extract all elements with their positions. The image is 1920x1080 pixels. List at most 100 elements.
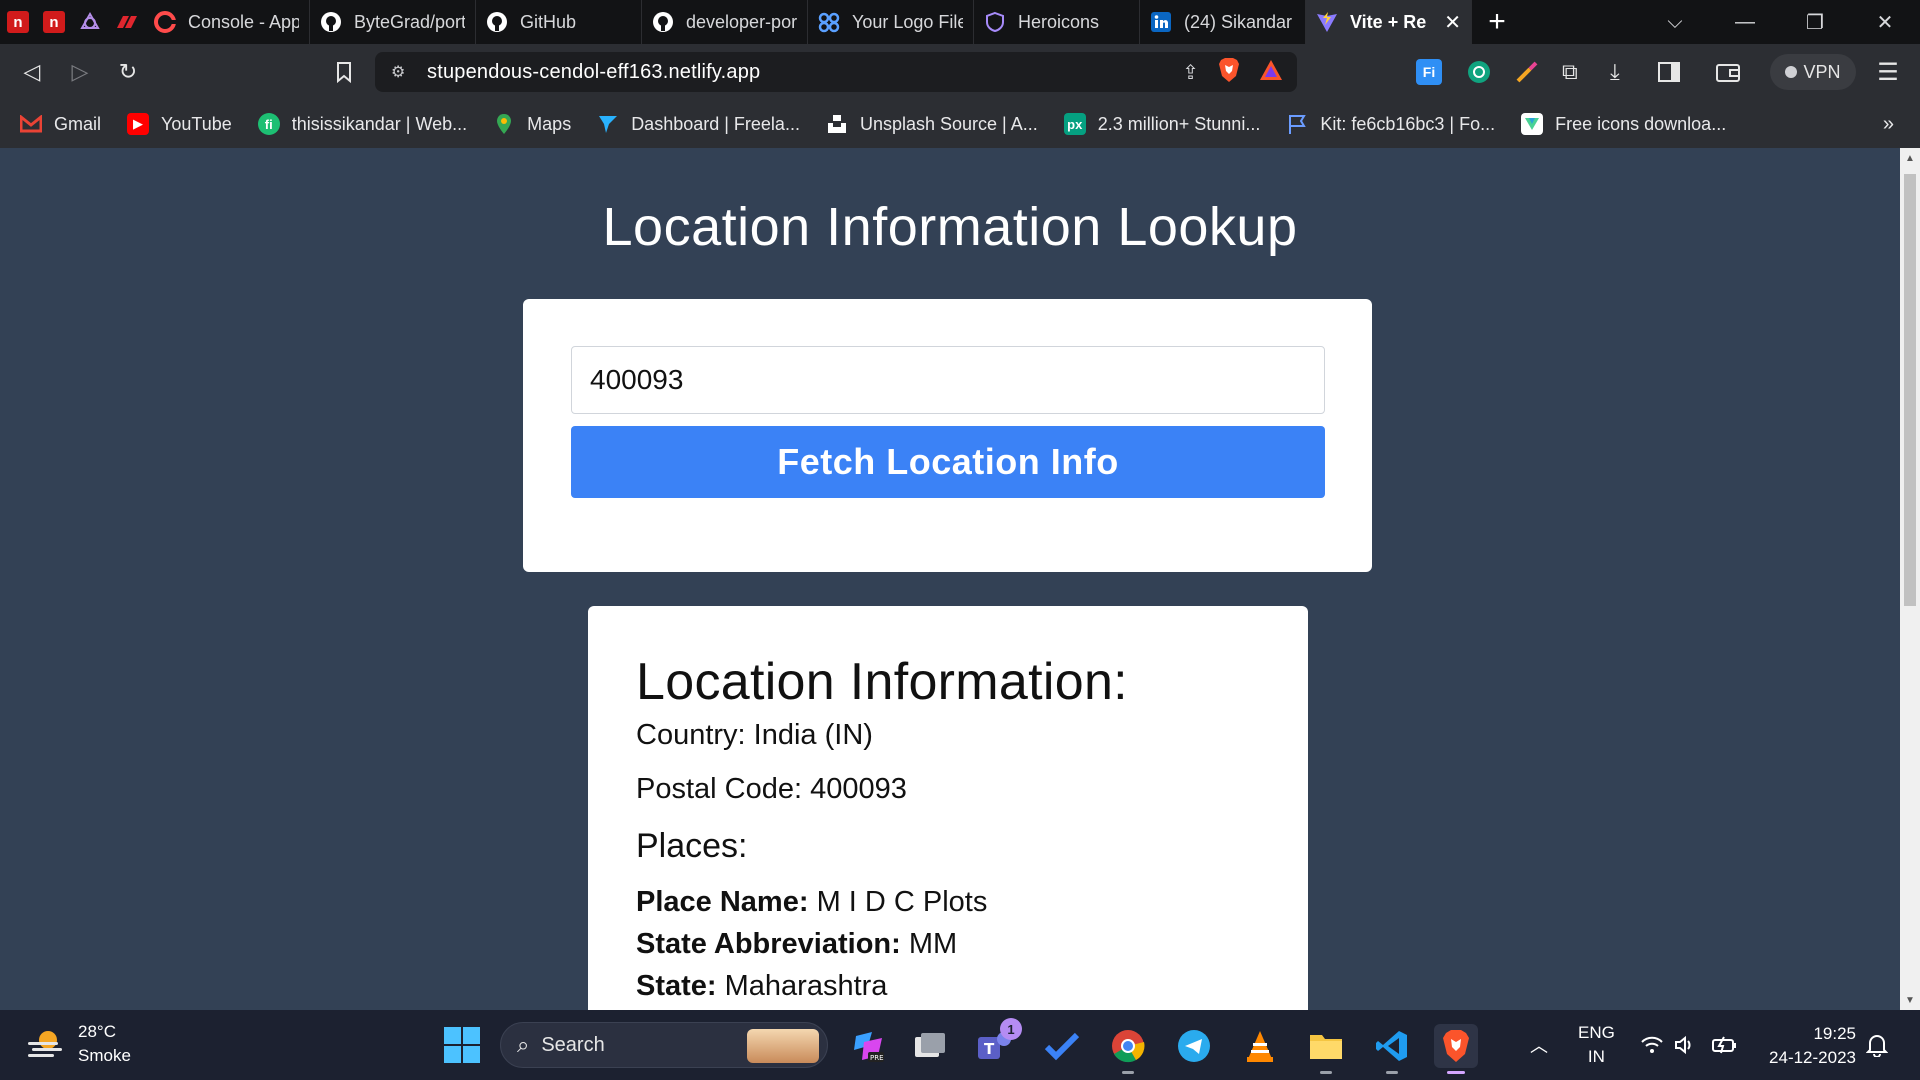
teams-icon[interactable]: T 1 [972,1018,1022,1068]
url-text[interactable]: stupendous-cendol-eff163.netlify.app [427,61,760,84]
tab-label: ByteGrad/port [354,11,465,32]
search-highlight-image-icon [747,1029,819,1063]
reload-button[interactable]: ↻ [104,48,152,96]
bookmark-freelancer[interactable]: Dashboard | Freela... [597,113,800,135]
tab-logo-file[interactable]: Your Logo File [808,0,974,44]
red-slash-logo-icon [117,16,137,28]
notifications-bell-icon[interactable] [1866,1010,1888,1080]
running-indicator [1320,1071,1332,1074]
maps-pin-icon [493,113,515,135]
chrome-icon[interactable] [1106,1024,1150,1074]
region-code: IN [1587,1047,1605,1066]
location-info-card: Location Information: Country: India (IN… [588,606,1308,1010]
wallet-icon[interactable] [1716,44,1740,100]
places-heading: Places: [636,827,748,866]
main-menu-icon[interactable]: ☰ [1870,54,1906,90]
fetch-location-button[interactable]: Fetch Location Info [571,426,1325,498]
tab-github[interactable]: GitHub [476,0,642,44]
forward-button[interactable]: ▷ [56,48,104,96]
show-hidden-icons-chevron[interactable]: ︿ [1530,1010,1548,1080]
weather-widget[interactable]: 28°C Smoke [26,1020,131,1068]
sidebar-toggle-icon[interactable] [1658,44,1680,100]
bookmark-gmail[interactable]: Gmail [20,113,101,135]
close-tab-icon[interactable]: ✕ [1438,9,1461,35]
restore-button[interactable]: ❐ [1780,0,1850,44]
bookmark-fontawesome-kit[interactable]: Kit: fe6cb16bc3 | Fo... [1286,113,1495,135]
color-picker-icon[interactable] [1514,44,1540,100]
github-icon [320,11,342,33]
tab-vite-react[interactable]: Vite + Re ✕ [1306,0,1472,44]
bookmark-pexels[interactable]: px 2.3 million+ Stunni... [1063,113,1260,135]
bookmark-label: thisissikandar | Web... [291,113,468,134]
minimize-button[interactable]: — [1710,0,1780,44]
brave-browser-icon[interactable] [1434,1024,1478,1074]
vscode-icon[interactable] [1370,1024,1414,1074]
windows-taskbar: 28°C Smoke ⌕ Search PRE T 1 ︿ ENG IN 19:… [0,1010,1920,1080]
wifi-icon[interactable] [1640,1010,1664,1080]
bookmark-free-icons[interactable]: Free icons downloa... [1521,113,1726,135]
state-label: State: [636,970,717,1003]
telegram-icon[interactable] [1172,1024,1216,1068]
scroll-up-arrow-icon[interactable]: ▲ [1900,148,1920,168]
language-indicator[interactable]: ENG IN [1578,1010,1615,1080]
taskbar-search-box[interactable]: ⌕ Search [500,1022,828,1068]
pinned-tab-1[interactable]: n [0,0,36,44]
vlc-icon[interactable] [1238,1024,1282,1068]
state-value: Maharashtra [724,970,888,1003]
tab-console[interactable]: Console - App [144,0,310,44]
extension-fi-icon[interactable]: Fi [1416,44,1442,100]
tab-search-chevron-icon[interactable]: ⌵ [1640,0,1710,44]
site-settings-icon[interactable]: ⚙ [391,62,417,82]
new-tab-button[interactable]: + [1472,0,1522,44]
bookmark-thisissikandar[interactable]: fi thisissikandar | Web... [257,113,468,135]
brave-rewards-icon[interactable] [1259,59,1283,86]
vpn-button[interactable]: VPN [1770,54,1856,90]
page-scrollbar[interactable]: ▲ ▼ [1900,148,1920,1010]
search-label: Search [541,1033,605,1056]
state-abbreviation-label: State Abbreviation: [636,928,901,961]
running-indicator [1386,1071,1398,1074]
scrollbar-thumb[interactable] [1904,174,1916,606]
back-button[interactable]: ◁ [8,48,56,96]
bookmark-youtube[interactable]: ▶ YouTube [127,113,232,135]
tab-linkedin[interactable]: (24) Sikandar [1140,0,1306,44]
todo-checkmark-icon[interactable] [1040,1024,1084,1068]
unsplash-icon [826,113,848,135]
chatgpt-icon[interactable] [1466,44,1492,100]
tab-bytegrad[interactable]: ByteGrad/port [310,0,476,44]
extensions-puzzle-icon[interactable]: ⧉ [1562,44,1578,100]
logo-link-icon [818,11,840,33]
gmail-icon [20,113,42,135]
address-bar[interactable]: ⚙ stupendous-cendol-eff163.netlify.app ⇪ [375,52,1297,92]
file-explorer-icon[interactable] [1304,1024,1348,1074]
copilot-icon[interactable]: PRE [846,1024,890,1068]
scroll-down-arrow-icon[interactable]: ▼ [1900,990,1920,1010]
volume-icon[interactable] [1674,1010,1696,1080]
share-icon[interactable]: ⇪ [1182,60,1199,85]
windows-start-icon[interactable] [444,1027,480,1063]
task-view-icon[interactable] [908,1024,952,1068]
bookmark-unsplash[interactable]: Unsplash Source | A... [826,113,1038,135]
pinned-tab-3[interactable] [72,0,108,44]
tab-developer-portfolio[interactable]: developer-por [642,0,808,44]
bookmark-page-icon[interactable] [320,48,368,96]
battery-charging-icon[interactable] [1712,1010,1738,1080]
tab-label: Heroicons [1018,11,1100,32]
download-icon[interactable]: ⤓ [1610,44,1620,100]
pinned-tab-2[interactable]: n [36,0,72,44]
taskbar-clock[interactable]: 19:25 24-12-2023 [1760,1022,1856,1070]
more-bookmarks-button[interactable]: » [1883,100,1894,148]
pinned-tab-4[interactable] [108,0,144,44]
language-code: ENG [1578,1023,1615,1042]
n-logo-icon: n [7,11,29,33]
tab-heroicons[interactable]: Heroicons [974,0,1140,44]
postal-code-text: Postal Code: 400093 [636,773,907,806]
tab-label: Your Logo File [852,11,963,32]
bookmark-label: Free icons downloa... [1555,113,1727,134]
brave-shields-icon[interactable] [1217,57,1241,88]
vpn-status-icon [1785,66,1798,78]
postal-code-input[interactable] [571,346,1325,414]
close-window-button[interactable]: ✕ [1850,0,1920,44]
place-name-label: Place Name: [636,886,809,919]
bookmark-maps[interactable]: Maps [493,113,571,135]
